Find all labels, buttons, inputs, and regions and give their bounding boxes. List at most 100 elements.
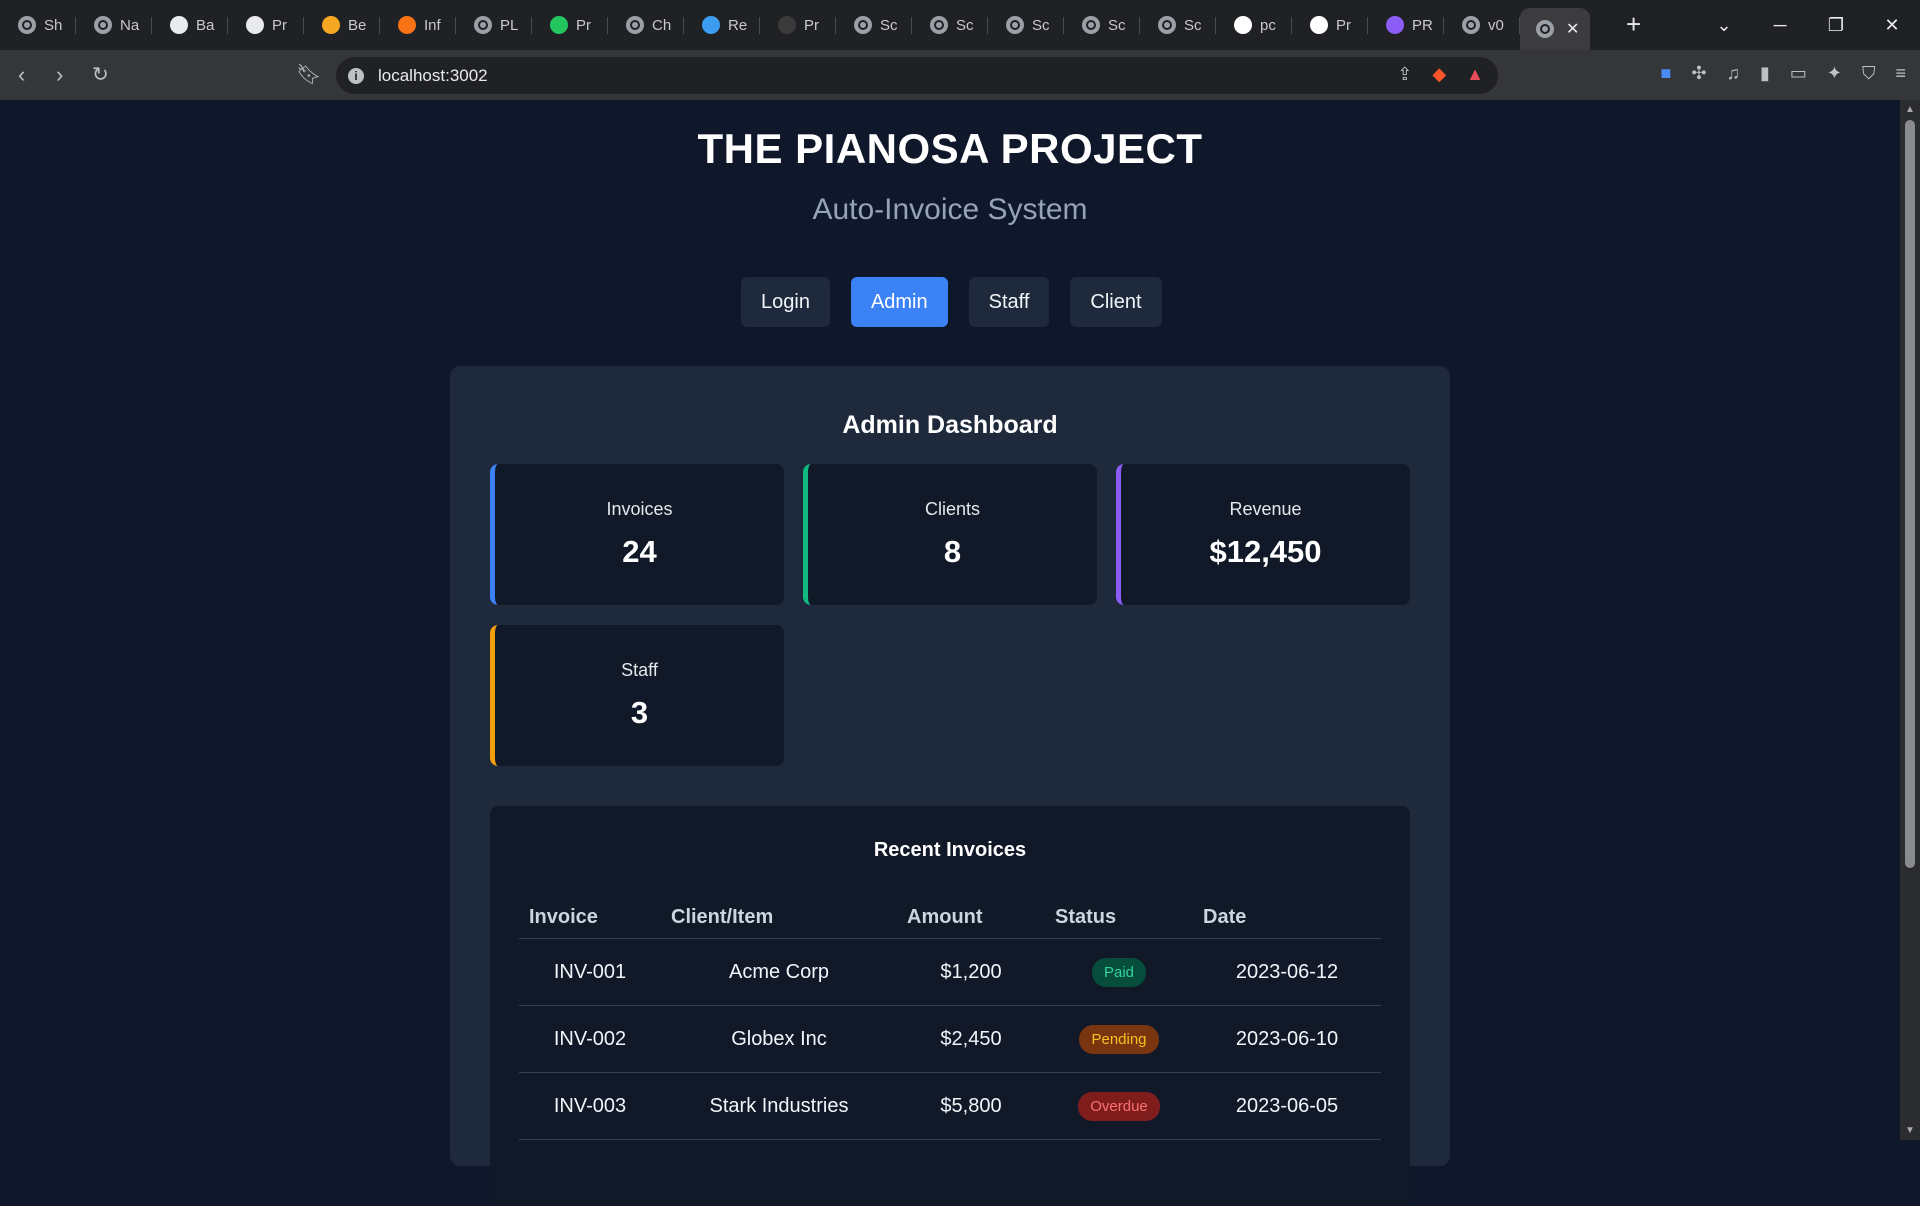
globe-icon [930,16,948,34]
role-button-admin[interactable]: Admin [850,277,948,327]
tab-title: Pr [1336,16,1351,34]
menu-icon[interactable]: ≡ [1895,63,1906,84]
browser-tab[interactable]: Pr [1292,0,1368,50]
globe-icon [474,16,492,34]
minimize-icon[interactable]: ─ [1752,15,1808,36]
client-cell: Globex Inc [661,1005,897,1073]
brave-shields-icon[interactable]: ◆ [1432,64,1446,85]
stat-value: 24 [622,534,657,569]
tab-title: Sc [880,16,898,34]
tab-title: Pr [272,16,287,34]
scrollbar-thumb[interactable] [1905,120,1915,868]
tab-title: Sc [1184,16,1202,34]
reload-icon[interactable]: ↻ [92,62,109,87]
date-cell: 2023-06-05 [1193,1072,1381,1140]
client-cell: Acme Corp [661,938,897,1006]
globe-icon [1536,20,1554,38]
browser-tab[interactable]: pc [1216,0,1292,50]
tab-strip: Sh Na Ba Pr Be Inf PL Pr Ch Re Pr Sc Sc Sc Sc Sc pc Pr PR v… [0,0,1920,50]
client-cell: Stark Industries [661,1072,897,1140]
browser-tab[interactable]: Inf [380,0,456,50]
vpn-shield-icon[interactable]: ⛉ [1862,63,1876,84]
stat-label: Revenue [1229,499,1302,519]
browser-tab[interactable]: Pr [532,0,608,50]
table-row[interactable]: INV-001 Acme Corp $1,200 Paid 2023-06-12 [519,938,1381,1006]
table-row[interactable]: INV-003 Stark Industries $5,800 Overdue 2023… [519,1072,1381,1140]
role-button-login[interactable]: Login [741,277,830,327]
screenshot-extension-icon[interactable]: ■ [1661,63,1672,84]
square-icon [246,16,264,34]
v0-icon [1310,16,1328,34]
purple-circle-icon [1386,16,1404,34]
recent-invoices-title: Recent Invoices [873,839,1027,861]
browser-tab-active[interactable]: ✕ [1520,8,1590,50]
browser-tab[interactable]: Ch [608,0,684,50]
browser-tab[interactable]: Pr [228,0,304,50]
browser-tab[interactable]: Sc [1064,0,1140,50]
forward-icon[interactable]: › [56,62,63,88]
globe-icon [626,16,644,34]
address-bar[interactable]: i localhost:3002 ⇪ ◆ ▲ [336,57,1498,94]
browser-tab[interactable]: Sh [0,0,76,50]
browser-tab[interactable]: v0 [1444,0,1520,50]
site-info-icon[interactable]: i [348,67,364,84]
browser-tab[interactable]: Sc [912,0,988,50]
wallet-icon[interactable]: ▭ [1790,63,1807,84]
app-page: THE PIANOSA PROJECT Auto-Invoice System … [0,100,1900,1206]
role-button-staff[interactable]: Staff [968,277,1050,327]
globe-icon [854,16,872,34]
scroll-down-arrow-icon[interactable]: ▼ [1905,1125,1915,1136]
close-window-icon[interactable]: ✕ [1864,15,1920,36]
sidebar-icon[interactable]: ▮ [1760,63,1770,84]
share-icon[interactable]: ⇪ [1397,64,1412,85]
browser-tab[interactable]: Re [684,0,760,50]
table-row[interactable]: INV-002 Globex Inc $2,450 Pending 2023-06-10 [519,1005,1381,1073]
role-button-client[interactable]: Client [1070,277,1162,327]
triangle-icon [1234,16,1252,34]
window-controls: ⌄ ─ ❐ ✕ [1696,0,1920,50]
scroll-up-arrow-icon[interactable]: ▲ [1905,104,1915,115]
page-subtitle: Auto-Invoice System [812,193,1088,226]
page-scrollbar[interactable]: ▲ ▼ [1900,100,1920,1140]
tab-search-chevron-icon[interactable]: ⌄ [1696,15,1752,36]
browser-tab[interactable]: PR [1368,0,1444,50]
amount-cell: $5,800 [897,1072,1045,1140]
table-header-row: Invoice Client/Item Amount Status Date [519,896,1381,939]
tab-title: Pr [576,16,591,34]
stat-value: $12,450 [1209,534,1322,569]
tab-title: Pr [804,16,819,34]
browser-tab[interactable]: Sc [1140,0,1216,50]
tab-title: v0 [1488,16,1504,34]
tab-title: Re [728,16,748,34]
role-switcher: Login Admin Staff Client [741,277,1162,327]
brave-rewards-icon[interactable]: ▲ [1466,64,1484,85]
restore-icon[interactable]: ❐ [1808,15,1864,36]
leo-ai-icon[interactable]: ✦ [1827,63,1842,84]
browser-tab[interactable]: Na [76,0,152,50]
back-icon[interactable]: ‹ [18,62,25,88]
close-tab-icon[interactable]: ✕ [1566,19,1579,39]
vscode-icon [702,16,720,34]
globe-icon [1462,16,1480,34]
url-text[interactable]: localhost:3002 [378,66,488,86]
status-cell: Pending [1045,1005,1193,1073]
new-tab-icon[interactable]: + [1626,9,1641,40]
invoice-cell: INV-002 [519,1005,661,1073]
date-cell: 2023-06-12 [1193,938,1381,1006]
browser-tab[interactable]: PL [456,0,532,50]
browser-tab[interactable]: Pr [760,0,836,50]
invoice-cell: INV-003 [519,1072,661,1140]
amount-cell: $1,200 [897,938,1045,1006]
bookmark-icon[interactable]: 🔖︎ [296,62,321,87]
browser-tab[interactable]: Ba [152,0,228,50]
page-title: THE PIANOSA PROJECT [697,125,1203,172]
tab-title: Ch [652,16,672,34]
extensions-puzzle-icon[interactable]: ✣ [1691,63,1706,84]
browser-tab[interactable]: Sc [836,0,912,50]
browser-tab[interactable]: Sc [988,0,1064,50]
media-music-icon[interactable]: ♫ [1726,63,1740,84]
column-header: Status [1045,896,1193,939]
browser-tab[interactable]: Be [304,0,380,50]
branch-icon [398,16,416,34]
stat-card-clients: Clients 8 [803,464,1097,605]
